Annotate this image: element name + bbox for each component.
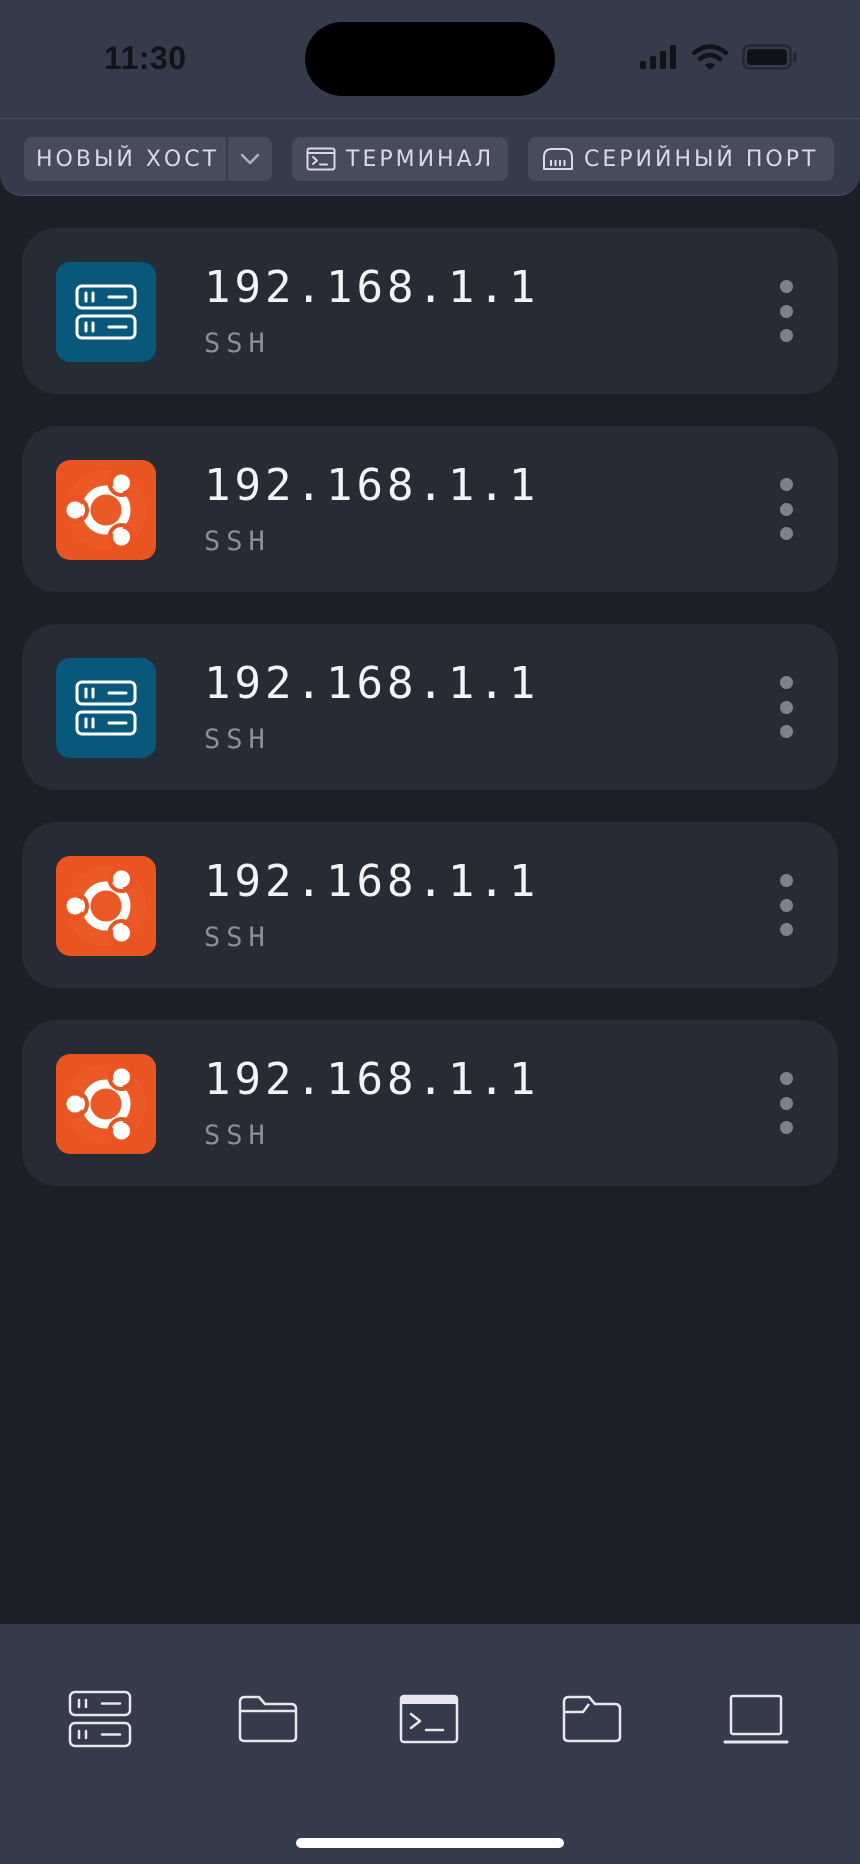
terminal-icon <box>306 147 336 171</box>
terminal-tab-icon <box>399 1694 459 1744</box>
host-address: 192.168.1.1 <box>204 1054 540 1105</box>
tab-laptop[interactable] <box>716 1684 796 1754</box>
battery-icon <box>742 44 797 70</box>
files-tab-icon <box>562 1695 622 1743</box>
host-card[interactable]: 192.168.1.1 SSH <box>22 426 838 592</box>
more-options-icon[interactable] <box>774 874 798 936</box>
new-host-label: НОВЫЙ ХОСТ <box>36 146 220 172</box>
more-options-icon[interactable] <box>774 478 798 540</box>
host-address: 192.168.1.1 <box>204 460 540 511</box>
cellular-signal-icon <box>640 45 676 69</box>
laptop-tab-icon <box>723 1694 789 1744</box>
serial-port-label: СЕРИЙНЫЙ ПОРТ <box>584 146 819 172</box>
more-options-icon[interactable] <box>774 676 798 738</box>
server-icon <box>56 658 156 758</box>
system-icons <box>640 44 798 70</box>
host-protocol: SSH <box>204 922 271 953</box>
chevron-down-icon <box>240 153 260 165</box>
tab-files[interactable] <box>552 1684 632 1754</box>
ubuntu-icon <box>56 460 156 560</box>
host-protocol: SSH <box>204 1120 271 1151</box>
host-card[interactable]: 192.168.1.1 SSH <box>22 228 838 394</box>
tab-hosts[interactable] <box>60 1684 140 1754</box>
toolbar: НОВЫЙ ХОСТ ТЕРМИНАЛ СЕРИЙНЫЙ ПОРТ <box>0 118 860 196</box>
dynamic-island <box>305 22 555 96</box>
more-options-icon[interactable] <box>774 280 798 342</box>
serial-port-button[interactable]: СЕРИЙНЫЙ ПОРТ <box>528 137 834 181</box>
terminal-button[interactable]: ТЕРМИНАЛ <box>292 137 508 181</box>
tab-folder[interactable] <box>228 1684 308 1754</box>
status-time: 11:30 <box>104 40 187 76</box>
host-card[interactable]: 192.168.1.1 SSH <box>22 822 838 988</box>
host-address: 192.168.1.1 <box>204 658 540 709</box>
server-icon <box>56 262 156 362</box>
more-options-icon[interactable] <box>774 1072 798 1134</box>
host-card[interactable]: 192.168.1.1 SSH <box>22 1020 838 1186</box>
host-protocol: SSH <box>204 328 271 359</box>
new-host-dropdown[interactable] <box>226 137 272 181</box>
host-card[interactable]: 192.168.1.1 SSH <box>22 624 838 790</box>
tab-bar <box>0 1624 860 1864</box>
host-list: 192.168.1.1 SSH 192.168.1.1 SSH 192.168.… <box>22 228 838 1218</box>
folder-tab-icon <box>238 1695 298 1743</box>
host-protocol: SSH <box>204 724 271 755</box>
ubuntu-icon <box>56 1054 156 1154</box>
serial-port-icon <box>543 148 573 170</box>
tab-terminal[interactable] <box>389 1684 469 1754</box>
home-indicator[interactable] <box>296 1838 564 1848</box>
new-host-button[interactable]: НОВЫЙ ХОСТ <box>24 137 272 181</box>
status-bar: 11:30 <box>0 0 860 118</box>
wifi-icon <box>692 44 728 70</box>
terminal-label: ТЕРМИНАЛ <box>346 146 495 172</box>
host-address: 192.168.1.1 <box>204 262 540 313</box>
ubuntu-icon <box>56 856 156 956</box>
hosts-tab-icon <box>68 1690 132 1748</box>
host-address: 192.168.1.1 <box>204 856 540 907</box>
host-protocol: SSH <box>204 526 271 557</box>
